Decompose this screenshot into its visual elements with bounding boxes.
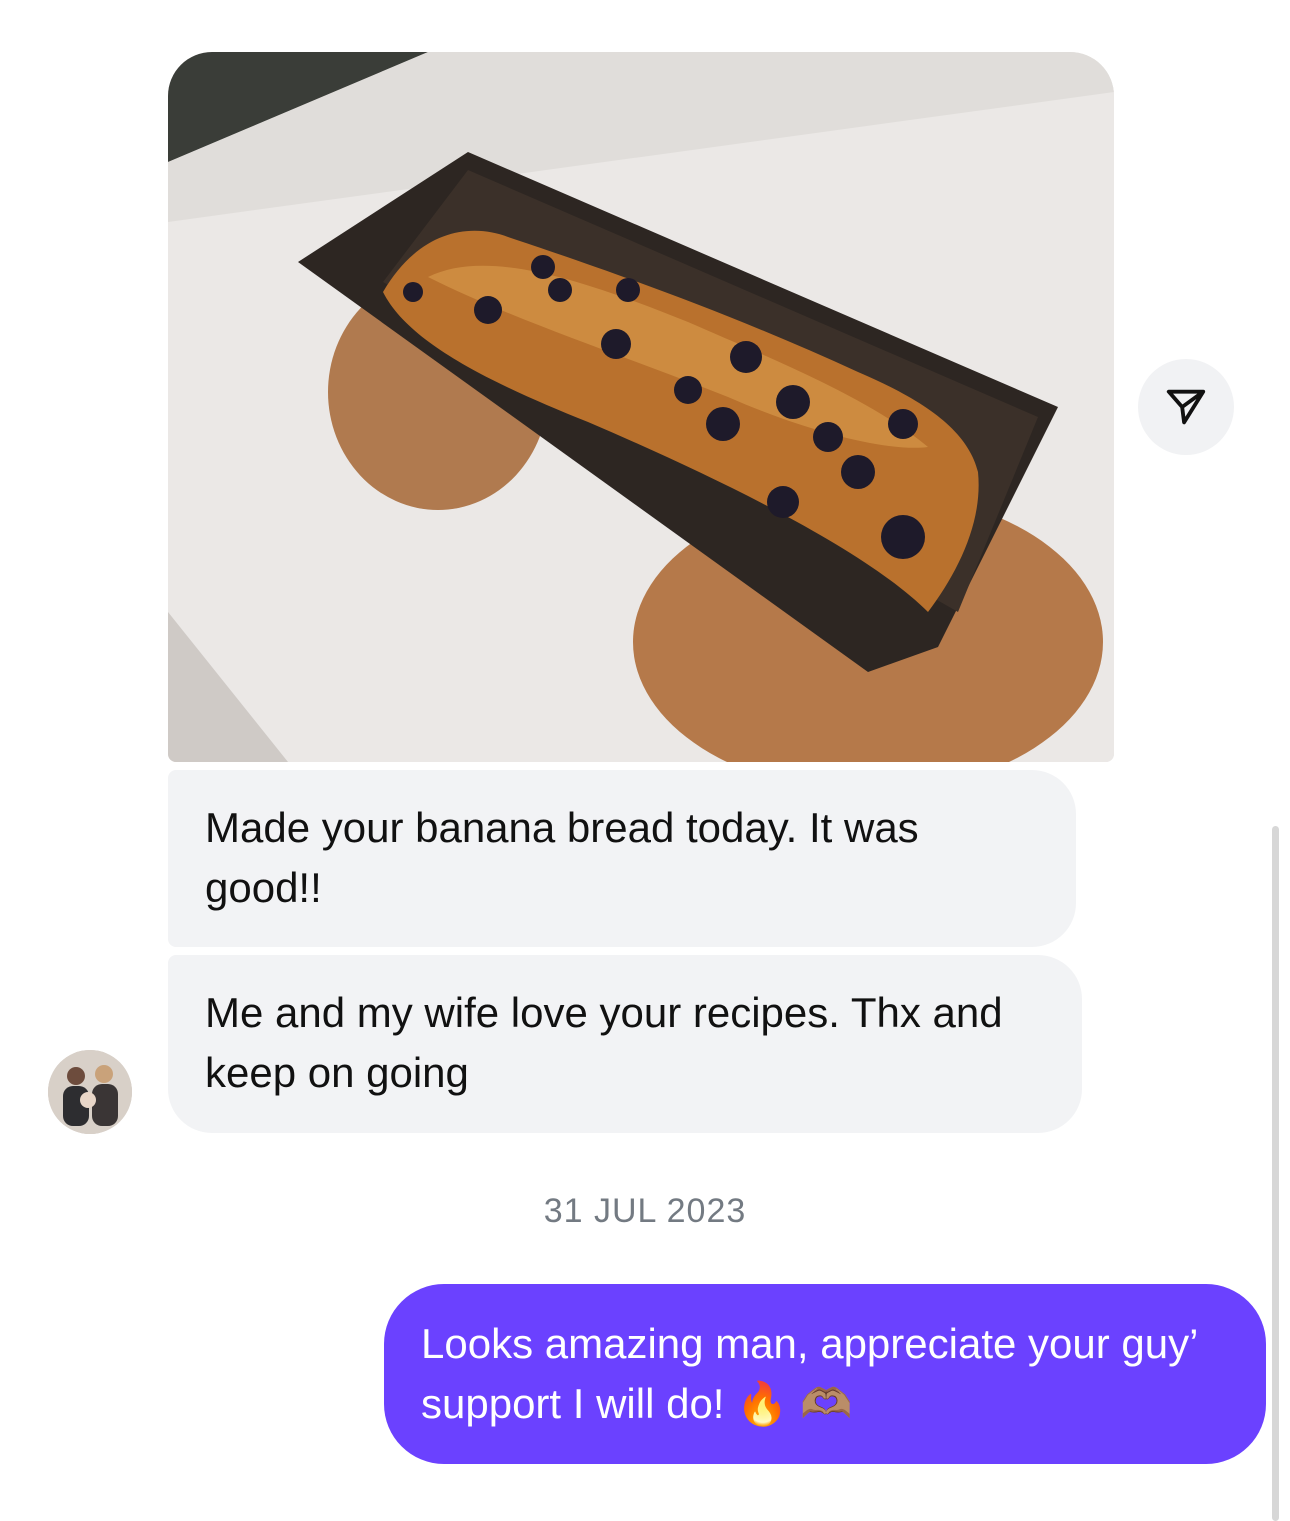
incoming-photo[interactable]: [168, 52, 1114, 762]
sender-avatar[interactable]: [48, 1050, 132, 1134]
chat-thread: Made your banana bread today. It was goo…: [0, 0, 1290, 1521]
user-avatar-image: [48, 1050, 132, 1134]
share-button[interactable]: [1138, 359, 1234, 455]
paper-plane-icon: [1166, 389, 1206, 425]
message-text: Made your banana bread today. It was goo…: [205, 804, 919, 911]
incoming-message-bubble[interactable]: Me and my wife love your recipes. Thx an…: [168, 955, 1082, 1133]
outgoing-message-bubble[interactable]: Looks amazing man, appreciate your guy’ …: [384, 1284, 1266, 1464]
message-text: Me and my wife love your recipes. Thx an…: [205, 989, 1003, 1096]
photo-image: [168, 52, 1114, 762]
date-separator: 31 JUL 2023: [543, 1192, 747, 1230]
incoming-message-bubble[interactable]: Made your banana bread today. It was goo…: [168, 770, 1076, 947]
scrollbar[interactable]: [1272, 826, 1279, 1521]
message-text: Looks amazing man, appreciate your guy’ …: [421, 1320, 1197, 1427]
